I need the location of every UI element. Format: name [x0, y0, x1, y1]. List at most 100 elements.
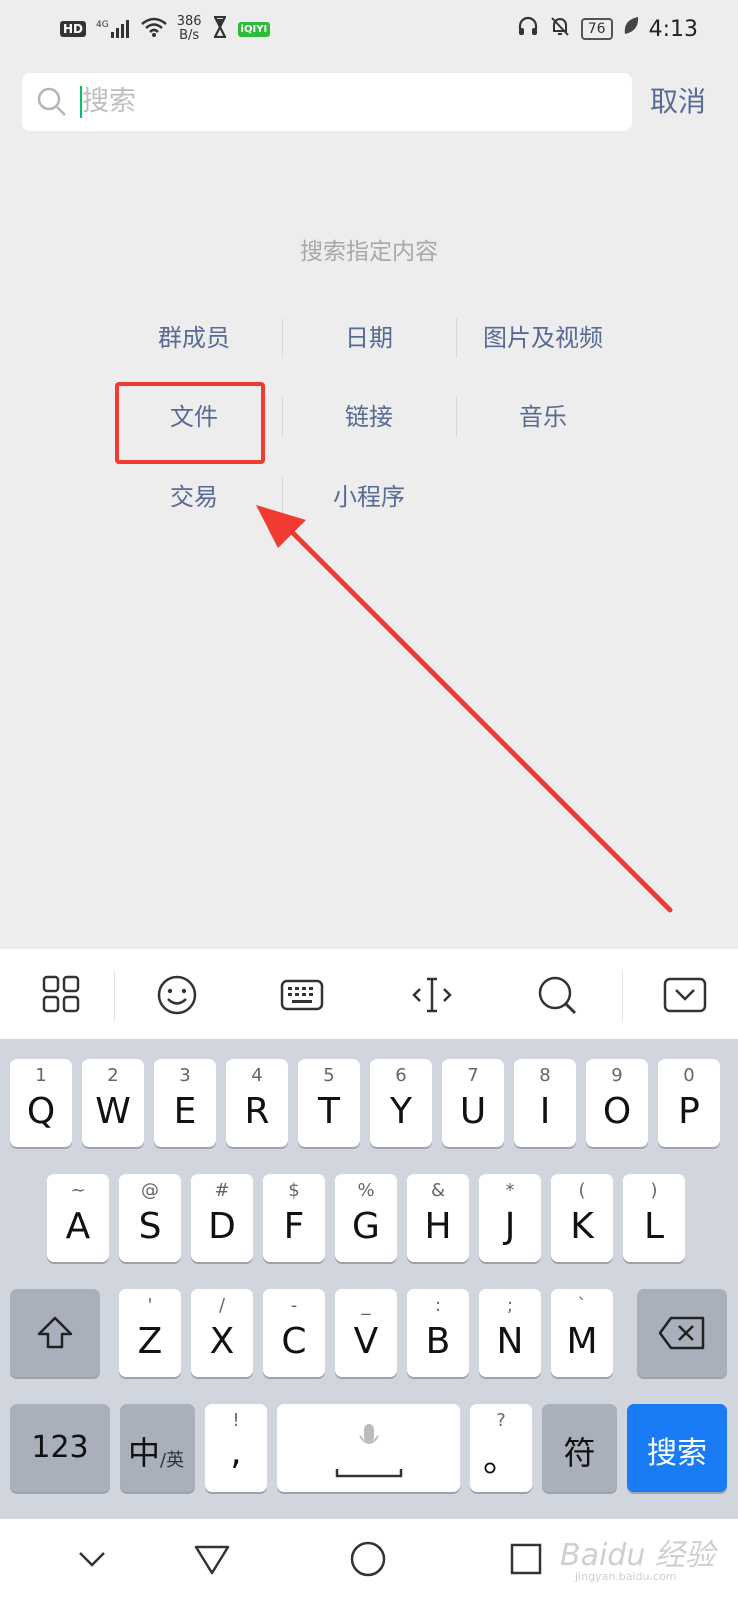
key-label: W — [95, 1091, 131, 1132]
key-label: J — [504, 1206, 516, 1247]
key-hint: $ — [288, 1180, 300, 1201]
key-label: , — [230, 1432, 242, 1473]
watermark-url: jingyan.baidu.com — [575, 1570, 677, 1583]
key-hint: ) — [650, 1180, 658, 1201]
symbols-key[interactable]: 符 — [542, 1404, 617, 1492]
key-hint: ~ — [70, 1180, 86, 1201]
key-label: Y — [390, 1091, 412, 1132]
recents-square-icon[interactable] — [506, 1539, 546, 1579]
key-hint: ? — [496, 1410, 506, 1431]
key-label: M — [566, 1321, 598, 1362]
key-hint: _ — [361, 1295, 371, 1316]
shift-icon — [35, 1313, 75, 1357]
key-label: O — [602, 1091, 632, 1132]
key-label: T — [318, 1091, 340, 1132]
lang-sub-label: /英 — [160, 1450, 185, 1471]
search-submit-label: 搜索 — [647, 1436, 707, 1471]
key-hint: ' — [147, 1295, 153, 1316]
key-label: R — [244, 1091, 270, 1132]
backspace-key[interactable] — [637, 1289, 727, 1377]
key-hint: @ — [141, 1180, 159, 1201]
key-p[interactable]: 0P — [658, 1059, 720, 1147]
key-g[interactable]: % G — [335, 1174, 397, 1262]
key-label: H — [424, 1206, 452, 1247]
key-q[interactable]: 1Q — [10, 1059, 72, 1147]
key-b[interactable]: :B — [407, 1289, 469, 1377]
key-hint: 5 — [323, 1065, 335, 1086]
back-triangle-icon[interactable] — [192, 1539, 232, 1579]
toolbar-divider — [114, 971, 115, 1021]
chevron-down-icon[interactable] — [72, 1539, 112, 1579]
key-s[interactable]: @ S — [119, 1174, 181, 1262]
key-u[interactable]: 7U — [442, 1059, 504, 1147]
key-label: V — [353, 1321, 379, 1362]
watermark-logo: Baidu 经验 — [560, 1538, 715, 1573]
key-hint: ` — [577, 1295, 587, 1316]
key-label: K — [570, 1206, 594, 1247]
key-z[interactable]: ' Z — [119, 1289, 181, 1377]
key-label: L — [643, 1206, 665, 1247]
key-w[interactable]: 2W — [82, 1059, 144, 1147]
emoji-icon[interactable] — [155, 973, 199, 1017]
key-e[interactable]: 3E — [154, 1059, 216, 1147]
key-label: P — [678, 1091, 700, 1132]
microphone-icon — [357, 1422, 381, 1458]
lang-main-label: 中 — [128, 1434, 161, 1472]
key-r[interactable]: 4R — [226, 1059, 288, 1147]
annotation-arrow — [256, 505, 673, 913]
keyboard-toolbar — [0, 949, 738, 1039]
key-hint: 3 — [179, 1065, 191, 1086]
language-switch-key[interactable]: 中 /英 — [120, 1404, 195, 1492]
key-hint: / — [218, 1295, 226, 1316]
key-hint: : — [434, 1295, 442, 1316]
key-c[interactable]: -C — [263, 1289, 325, 1377]
key-x[interactable]: / X — [191, 1289, 253, 1377]
key-hint: 9 — [611, 1065, 623, 1086]
toolbar-divider — [622, 971, 623, 1021]
search-icon[interactable] — [535, 973, 579, 1017]
key-i[interactable]: 8I — [514, 1059, 576, 1147]
key-hint: 1 — [35, 1065, 47, 1086]
key-v[interactable]: _ V — [335, 1289, 397, 1377]
key-label: S — [138, 1206, 162, 1247]
key-j[interactable]: * J — [479, 1174, 541, 1262]
key-label: Q — [26, 1091, 56, 1132]
collapse-keyboard-icon[interactable] — [663, 973, 707, 1017]
key-hint: ; — [506, 1295, 514, 1316]
grid-menu-icon[interactable] — [40, 973, 84, 1017]
key-k[interactable]: (K — [551, 1174, 613, 1262]
key-m[interactable]: ` M — [551, 1289, 613, 1377]
key-o[interactable]: 9O — [586, 1059, 648, 1147]
backspace-icon — [657, 1315, 707, 1355]
key-y[interactable]: 6Y — [370, 1059, 432, 1147]
key-label: G — [352, 1206, 380, 1247]
key-label: D — [208, 1206, 236, 1247]
key-hint: % — [357, 1180, 375, 1201]
key-label: X — [209, 1321, 235, 1362]
space-bar-icon — [335, 1464, 403, 1483]
keyboard-icon[interactable] — [280, 973, 324, 1017]
key-d[interactable]: # D — [191, 1174, 253, 1262]
key-hint: & — [430, 1180, 446, 1201]
numbers-key[interactable]: 123 — [10, 1404, 110, 1492]
key-hint: * — [505, 1180, 515, 1201]
key-label: F — [283, 1206, 305, 1247]
cursor-move-icon[interactable] — [410, 973, 454, 1017]
key-t[interactable]: 5T — [298, 1059, 360, 1147]
period-key[interactable]: ? 。 — [470, 1404, 532, 1492]
key-hint: 6 — [395, 1065, 407, 1086]
keyboard: 1Q 2W 3E 4R 5T 6Y 7U 8I 9O 0P ~ A @ S # D $… — [0, 1039, 738, 1519]
key-hint: 8 — [539, 1065, 551, 1086]
comma-key[interactable]: ! , — [205, 1404, 267, 1492]
key-a[interactable]: ~ A — [47, 1174, 109, 1262]
key-hint: 4 — [251, 1065, 263, 1086]
key-f[interactable]: $ F — [263, 1174, 325, 1262]
home-circle-icon[interactable] — [348, 1539, 388, 1579]
numbers-key-label: 123 — [31, 1430, 89, 1465]
space-key[interactable] — [277, 1404, 460, 1492]
shift-key[interactable] — [10, 1289, 100, 1377]
key-l[interactable]: ) L — [623, 1174, 685, 1262]
key-n[interactable]: ; N — [479, 1289, 541, 1377]
search-submit-key[interactable]: 搜索 — [627, 1404, 727, 1492]
key-h[interactable]: & H — [407, 1174, 469, 1262]
